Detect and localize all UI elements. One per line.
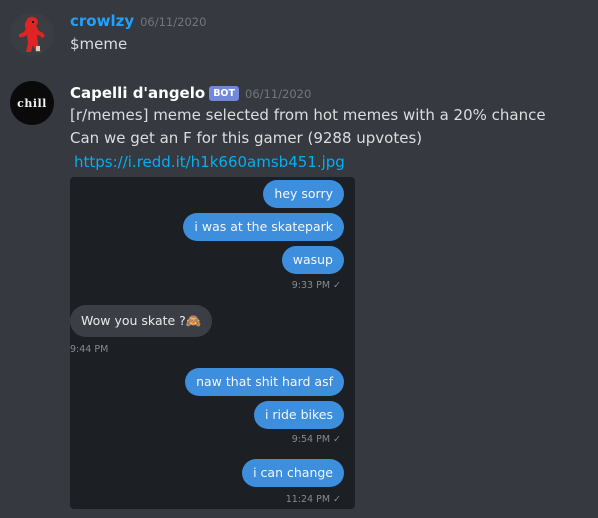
red-character-icon [10,12,54,56]
avatar-logo-text: chill [17,96,47,110]
chat-bubble-outgoing: naw that shit hard asf [185,368,344,396]
chat-bubble-outgoing: hey sorry [263,180,344,208]
username[interactable]: crowlzy [70,12,134,30]
chat-bubble-outgoing: i can change [242,459,344,487]
bot-badge: BOT [209,86,239,101]
image-link[interactable]: https://i.redd.it/h1k660amsb451.jpg [74,153,345,171]
chat-timestamp: 9:44 PM [70,344,109,355]
timestamp: 06/11/2020 [140,15,207,29]
meme-image[interactable]: hey sorry i was at the skatepark wasup 9… [70,177,355,509]
avatar[interactable]: chill [10,81,54,125]
chat-bubble-outgoing: wasup [281,246,344,274]
chat-bubble-outgoing: i was at the skatepark [183,213,344,241]
chat-timestamp: 9:54 PM ✓ [291,434,341,445]
message-line: Can we get an F for this gamer (9288 upv… [70,129,423,147]
timestamp: 06/11/2020 [245,87,312,101]
chat-bubble-outgoing: i ride bikes [253,401,344,429]
chat-timestamp: 9:33 PM ✓ [291,280,341,291]
chat-bubble-incoming: Wow you skate ?🙈 [70,305,213,337]
username[interactable]: Capelli d'angelo [70,84,205,102]
chat-timestamp: 11:24 PM ✓ [285,494,341,505]
avatar[interactable] [10,12,54,56]
message-text: $meme [70,35,128,53]
message-line: [r/memes] meme selected from hot memes w… [70,106,546,124]
